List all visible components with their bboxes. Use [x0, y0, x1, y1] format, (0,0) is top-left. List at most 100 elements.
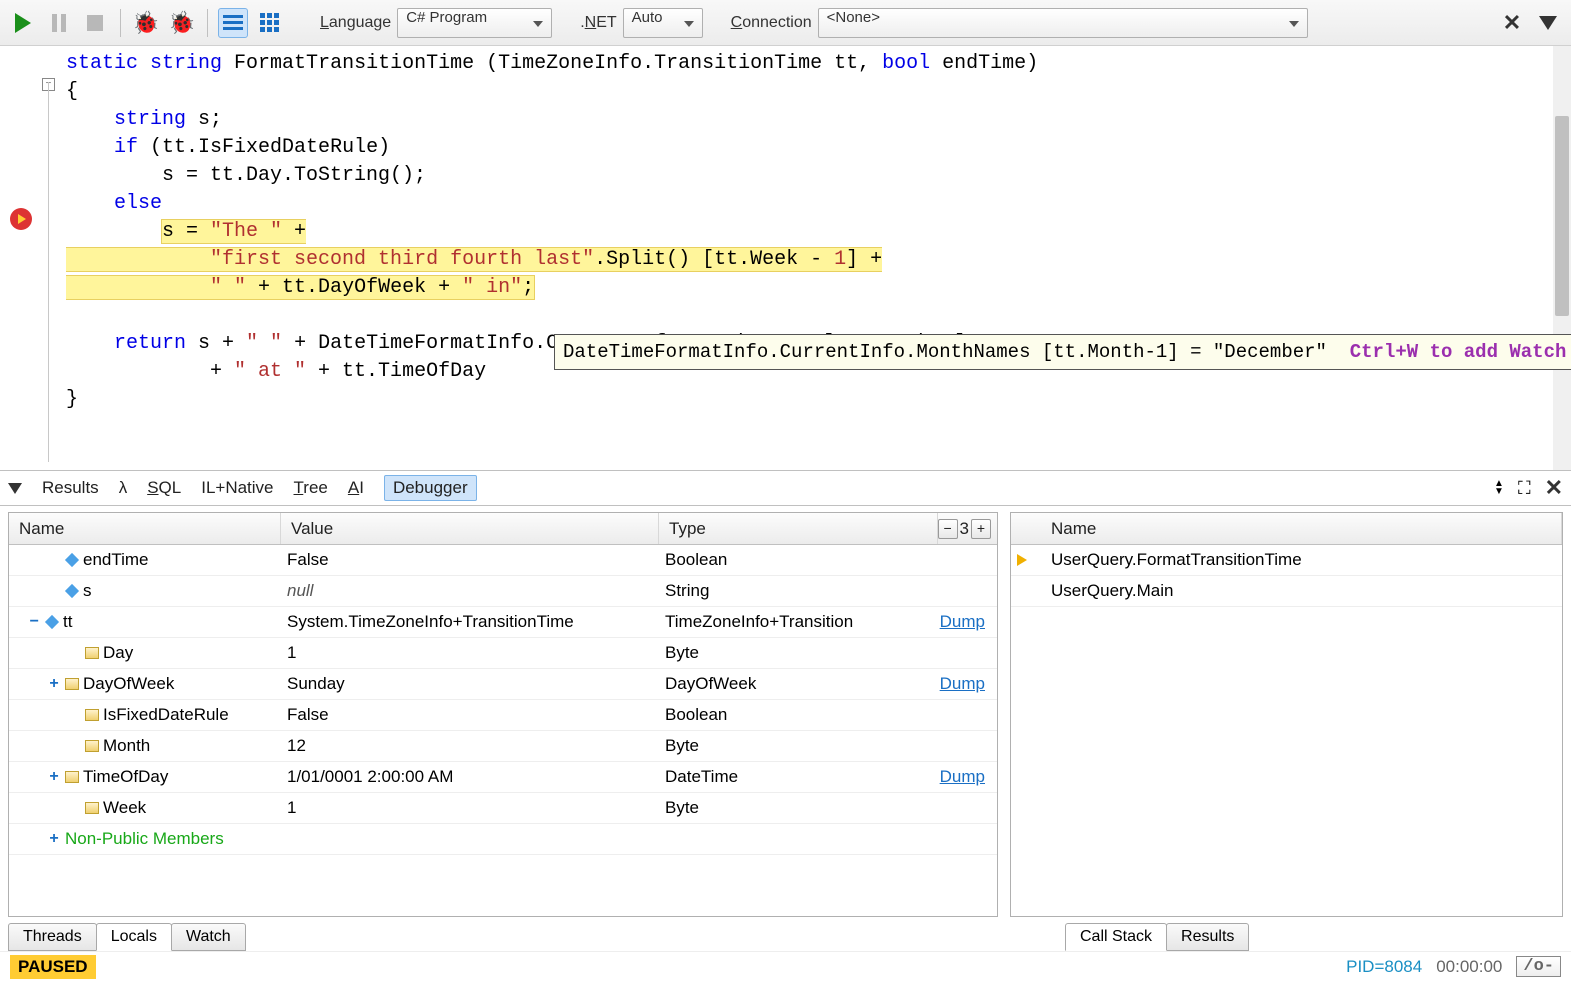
lines-icon: [223, 15, 243, 30]
tab-watch[interactable]: Watch: [171, 923, 246, 951]
locals-row[interactable]: + DayOfWeekSundayDayOfWeekDump: [9, 669, 997, 700]
locals-row[interactable]: endTimeFalseBoolean: [9, 545, 997, 576]
bottom-tab-bar: Threads Locals Watch Call Stack Results: [0, 917, 1571, 951]
locals-type-cell: Byte: [659, 736, 911, 756]
locals-row[interactable]: Day1Byte: [9, 638, 997, 669]
collapse-all-button[interactable]: −: [938, 519, 958, 539]
col-name[interactable]: Name: [9, 513, 281, 544]
language-value: C# Program: [406, 9, 487, 26]
tab-lambda[interactable]: λ: [119, 478, 128, 498]
tab-locals[interactable]: Locals: [96, 923, 172, 951]
connection-value: <None>: [827, 9, 880, 26]
locals-value-cell: Sunday: [281, 674, 659, 694]
dump-link[interactable]: Dump: [940, 612, 985, 631]
callstack-panel: Name UserQuery.FormatTransitionTimeUserQ…: [1010, 512, 1563, 917]
results-text-mode-button[interactable]: [218, 8, 248, 38]
tab-tree[interactable]: Tree: [294, 478, 328, 498]
locals-type-cell: Byte: [659, 643, 911, 663]
tab-debugger[interactable]: Debugger: [384, 475, 477, 501]
locals-row[interactable]: − ttSystem.TimeZoneInfo+TransitionTimeTi…: [9, 607, 997, 638]
tab-callstack[interactable]: Call Stack: [1065, 923, 1167, 951]
locals-name-cell: + TimeOfDay: [9, 767, 281, 787]
code-content[interactable]: static string FormatTransitionTime (Time…: [48, 46, 1571, 470]
tab-results[interactable]: Results: [42, 478, 99, 498]
callstack-row[interactable]: UserQuery.FormatTransitionTime: [1011, 545, 1562, 576]
language-select[interactable]: C# Program: [397, 8, 552, 38]
debug-panels: Name Value Type − 3 + endTimeFalseBoolea…: [0, 506, 1571, 917]
bug-red-icon: 🐞: [132, 10, 159, 36]
locals-name-cell: − tt: [9, 612, 281, 632]
run-button[interactable]: [8, 8, 38, 38]
net-select[interactable]: Auto: [623, 8, 703, 38]
tab-il[interactable]: IL+Native: [201, 478, 273, 498]
callstack-grid[interactable]: UserQuery.FormatTransitionTimeUserQuery.…: [1011, 545, 1562, 916]
tab-sql[interactable]: SQL: [147, 478, 181, 498]
property-icon: [65, 678, 79, 690]
locals-type-cell: String: [659, 581, 911, 601]
debug-step-button[interactable]: 🐞: [167, 8, 197, 38]
expand-toggle: [67, 708, 81, 722]
locals-row[interactable]: Week1Byte: [9, 793, 997, 824]
tab-ai[interactable]: AI: [348, 478, 364, 498]
property-icon: [65, 771, 79, 783]
menu-dropdown-button[interactable]: [1533, 8, 1563, 38]
pause-button[interactable]: [44, 8, 74, 38]
locals-row[interactable]: Month12Byte: [9, 731, 997, 762]
locals-panel: Name Value Type − 3 + endTimeFalseBoolea…: [8, 512, 998, 917]
expand-toggle[interactable]: −: [27, 615, 41, 629]
col-type[interactable]: Type: [659, 513, 938, 544]
close-results-button[interactable]: ✕: [1545, 475, 1563, 501]
locals-value-cell: False: [281, 705, 659, 725]
tab-threads[interactable]: Threads: [8, 923, 97, 951]
locals-name-cell: Week: [9, 798, 281, 818]
expand-icon[interactable]: ⛶: [1518, 478, 1531, 499]
field-icon: [65, 553, 79, 567]
locals-row[interactable]: IsFixedDateRuleFalseBoolean: [9, 700, 997, 731]
optimize-toggle[interactable]: /o-: [1516, 956, 1561, 977]
dump-link[interactable]: Dump: [940, 674, 985, 693]
callstack-header: Name: [1011, 513, 1562, 545]
locals-action-cell: Dump: [911, 674, 997, 694]
locals-type-cell: DayOfWeek: [659, 674, 911, 694]
expand-toggle[interactable]: +: [47, 677, 61, 691]
editor-gutter[interactable]: −: [0, 46, 48, 470]
editor-scrollbar[interactable]: [1553, 46, 1571, 470]
callstack-row[interactable]: UserQuery.Main: [1011, 576, 1562, 607]
reorder-button[interactable]: ▲▼: [1494, 480, 1504, 496]
expand-toggle: [67, 801, 81, 815]
net-value: Auto: [632, 9, 663, 26]
results-menu-icon[interactable]: [8, 483, 22, 494]
close-button[interactable]: ✕: [1497, 8, 1527, 38]
net-label: .NET: [580, 14, 616, 32]
locals-grid[interactable]: endTimeFalseBoolean snullString− ttSyste…: [9, 545, 997, 916]
locals-type-cell: DateTime: [659, 767, 911, 787]
current-line-breakpoint[interactable]: [10, 208, 32, 230]
bug-blue-icon: 🐞: [168, 10, 195, 36]
tab-results-bottom[interactable]: Results: [1166, 923, 1249, 951]
close-icon: ✕: [1503, 10, 1521, 36]
locals-value-cell: 1/01/0001 2:00:00 AM: [281, 767, 659, 787]
col-name[interactable]: Name: [1011, 513, 1562, 544]
locals-name-cell: endTime: [9, 550, 281, 570]
stop-button[interactable]: [80, 8, 110, 38]
locals-value-cell: False: [281, 550, 659, 570]
dump-link[interactable]: Dump: [940, 767, 985, 786]
locals-row[interactable]: snullString: [9, 576, 997, 607]
property-icon: [85, 647, 99, 659]
expand-toggle[interactable]: +: [47, 832, 61, 846]
locals-action-cell: Dump: [911, 612, 997, 632]
col-value[interactable]: Value: [281, 513, 659, 544]
results-grid-mode-button[interactable]: [254, 8, 284, 38]
locals-row[interactable]: + Non-Public Members: [9, 824, 997, 855]
scrollbar-thumb[interactable]: [1555, 116, 1569, 316]
locals-type-cell: Boolean: [659, 550, 911, 570]
expand-all-button[interactable]: +: [971, 519, 991, 539]
locals-name-cell: + Non-Public Members: [9, 829, 281, 849]
locals-type-cell: Byte: [659, 798, 911, 818]
current-statement-highlight: s = "The " + "first second third fourth …: [66, 220, 882, 299]
expand-toggle[interactable]: +: [47, 770, 61, 784]
debug-button[interactable]: 🐞: [131, 8, 161, 38]
connection-select[interactable]: <None>: [818, 8, 1308, 38]
locals-row[interactable]: + TimeOfDay1/01/0001 2:00:00 AMDateTime D…: [9, 762, 997, 793]
code-editor[interactable]: − static string FormatTransitionTime (Ti…: [0, 46, 1571, 470]
